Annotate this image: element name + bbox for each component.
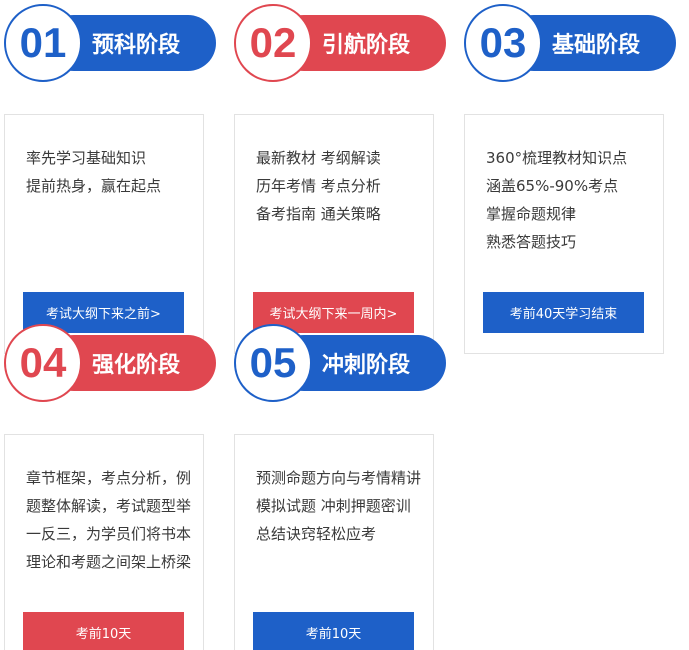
stage-card-03: 360°梳理教材知识点 涵盖65%-90%考点 掌握命题规律 熟悉答题技巧 考前… <box>464 114 664 354</box>
stage-line: 率先学习基础知识 <box>26 149 147 167</box>
stage-number: 05 <box>234 324 312 402</box>
stage-description: 预测命题方向与考情精讲模拟试题 冲刺押题密训 总结诀窍轻松应考 <box>256 464 421 548</box>
stage-text: 章节框架，考点分析，例题整体解读，考试题型举一反三，为学员们将书本理论和考题之间… <box>26 469 192 571</box>
stage-card-04: 章节框架，考点分析，例题整体解读，考试题型举一反三，为学员们将书本理论和考题之间… <box>4 434 204 650</box>
stage-card-01: 率先学习基础知识 提前热身，赢在起点 考试大纲下来之前> <box>4 114 204 354</box>
stage-header-02: 引航阶段 02 <box>234 4 446 82</box>
stage-number: 03 <box>464 4 542 82</box>
stage-number: 02 <box>234 4 312 82</box>
stage-header-05: 冲刺阶段 05 <box>234 324 446 402</box>
stage-line: 掌握命题规律 <box>486 205 577 223</box>
stage-card-02: 最新教材 考纲解读 历年考情 考点分析 备考指南 通关策略 考试大纲下来一周内> <box>234 114 434 354</box>
stage-line: 最新教材 考纲解读 <box>256 149 381 167</box>
stage-number: 01 <box>4 4 82 82</box>
stage-description: 章节框架，考点分析，例题整体解读，考试题型举一反三，为学员们将书本理论和考题之间… <box>26 464 191 576</box>
stage-line: 历年考情 考点分析 <box>256 177 381 195</box>
stage-time-button[interactable]: 考前10天 <box>253 612 414 650</box>
stage-line: 360°梳理教材知识点 <box>486 149 628 167</box>
stage-time-button[interactable]: 考前10天 <box>23 612 184 650</box>
stage-time-button[interactable]: 考前40天学习结束 <box>483 292 644 333</box>
stage-line: 备考指南 通关策略 <box>256 205 381 223</box>
stage-number: 04 <box>4 324 82 402</box>
stage-card-05: 预测命题方向与考情精讲模拟试题 冲刺押题密训 总结诀窍轻松应考 考前10天 <box>234 434 434 650</box>
stage-description: 最新教材 考纲解读 历年考情 考点分析 备考指南 通关策略 <box>256 144 421 228</box>
stage-line: 提前热身，赢在起点 <box>26 177 162 195</box>
stage-header-03: 基础阶段 03 <box>464 4 676 82</box>
stage-header-04: 强化阶段 04 <box>4 324 216 402</box>
stage-header-01: 预科阶段 01 <box>4 4 216 82</box>
stage-text: 预测命题方向与考情精讲模拟试题 冲刺押题密训 总结诀窍轻松应考 <box>256 469 422 543</box>
stage-description: 率先学习基础知识 提前热身，赢在起点 <box>26 144 191 200</box>
stage-line: 熟悉答题技巧 <box>486 233 577 251</box>
stage-line: 涵盖65%-90%考点 <box>486 177 619 195</box>
stage-description: 360°梳理教材知识点 涵盖65%-90%考点 掌握命题规律 熟悉答题技巧 <box>486 144 651 256</box>
